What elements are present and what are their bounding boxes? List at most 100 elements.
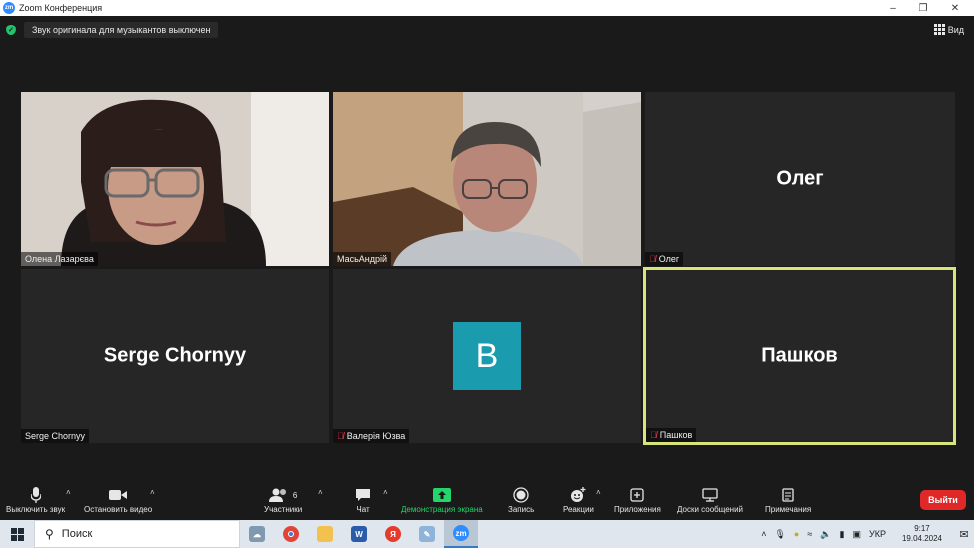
meeting-controls: Выключить звук ˄ Остановить видео ˄ 6 Уч…: [0, 482, 974, 520]
participant-name-label: Олена Лазарєва: [21, 252, 98, 266]
network-icon[interactable]: ≈: [807, 529, 812, 539]
leave-button[interactable]: Выйти: [920, 490, 966, 510]
notes-label: Примечания: [765, 505, 812, 514]
view-button[interactable]: Вид: [933, 24, 964, 35]
participants-count: 6: [292, 490, 298, 500]
title-bar: zm Zoom Конференция – ❐ ✕: [0, 0, 974, 16]
avatar: В: [453, 322, 521, 390]
video-options-caret-icon[interactable]: ˄: [150, 488, 155, 497]
participants-caret-icon[interactable]: ˄: [318, 488, 323, 497]
audio-options-caret-icon[interactable]: ˄: [66, 488, 71, 497]
participant-video: [333, 92, 641, 266]
participant-display-name: Пашков: [761, 344, 838, 367]
participant-name: Serge Chornyy: [25, 431, 86, 441]
participant-name-label: 🎙̸ Валерія Юзва: [333, 429, 410, 443]
video-tile-andrii[interactable]: МасьАндрій: [333, 92, 641, 266]
share-screen-button[interactable]: Демонстрация экрана: [401, 486, 483, 514]
taskbar-app-yandex[interactable]: Я: [376, 520, 410, 548]
video-tile-serge[interactable]: Serge Chornyy Serge Chornyy: [21, 269, 329, 443]
participant-name: Олег: [658, 254, 680, 264]
share-screen-icon: [432, 486, 451, 504]
participant-display-name: Олег: [776, 167, 824, 190]
apps-icon: [630, 486, 645, 504]
video-camera-icon: [109, 486, 128, 504]
meeting-area: ✓ Звук оригинала для музыкантов выключен…: [0, 16, 974, 482]
restore-icon[interactable]: ❐: [908, 0, 938, 16]
clock-date: 19.04.2024: [901, 534, 942, 543]
zoom-icon: zm: [453, 525, 469, 541]
app-status-icon[interactable]: ●: [794, 529, 799, 539]
participant-name-label: Serge Chornyy: [21, 429, 90, 443]
system-tray: ˄ 🎙 ● ≈ 🔈 ▮ ▣ УКР 9:17 19.04.2024 ✉: [757, 520, 974, 548]
whiteboard-icon: [702, 486, 718, 504]
participant-name-label: 🎙̸ Олег: [645, 252, 684, 266]
folder-icon: [317, 526, 333, 542]
whiteboards-button[interactable]: Доски сообщений: [677, 486, 743, 514]
taskbar-app-chrome[interactable]: [274, 520, 308, 548]
minimize-icon[interactable]: –: [878, 0, 908, 16]
yandex-browser-icon: Я: [385, 526, 401, 542]
mute-button[interactable]: Выключить звук: [6, 486, 65, 514]
reactions-button[interactable]: Реакции: [563, 486, 594, 514]
mute-label: Выключить звук: [6, 505, 66, 514]
clock-time: 9:17: [914, 524, 930, 533]
notifications-icon[interactable]: ✉: [954, 520, 974, 548]
participant-video: [21, 92, 329, 266]
taskbar-app-explorer[interactable]: [308, 520, 342, 548]
shield-icon[interactable]: ✓: [6, 25, 16, 35]
volume-icon[interactable]: 🔈: [820, 529, 831, 540]
taskbar-app-paint[interactable]: ✎: [410, 520, 444, 548]
show-hidden-icons-icon[interactable]: ˄: [761, 529, 766, 539]
apps-label: Приложения: [614, 505, 661, 514]
taskbar-app-zoom[interactable]: zm: [444, 520, 478, 548]
video-tile-pashkov[interactable]: Пашков 🎙̸ Пашков: [643, 267, 956, 445]
clock[interactable]: 9:17 19.04.2024: [898, 524, 946, 544]
video-tile-valeriia[interactable]: В 🎙̸ Валерія Юзва: [333, 269, 641, 443]
cloud-app-icon: ☁: [249, 526, 265, 542]
participant-name: Олена Лазарєва: [25, 254, 94, 264]
participant-name: МасьАндрій: [337, 254, 388, 264]
paint-icon: ✎: [419, 526, 435, 542]
video-tile-olena[interactable]: Олена Лазарєва: [21, 92, 329, 266]
reactions-caret-icon[interactable]: ˄: [596, 488, 601, 497]
mic-muted-icon: 🎙̸: [650, 430, 657, 440]
chat-label: Чат: [356, 505, 370, 514]
language-indicator[interactable]: УКР: [869, 529, 886, 539]
mic-muted-icon: 🎙̸: [649, 254, 656, 264]
camera-tray-icon[interactable]: ▣: [852, 529, 861, 540]
video-tile-oleh[interactable]: Олег 🎙̸ Олег: [645, 92, 955, 266]
start-button[interactable]: [0, 520, 34, 548]
participant-name: Пашков: [659, 430, 693, 440]
chat-button[interactable]: Чат: [355, 486, 371, 514]
participants-button[interactable]: 6 Участники: [264, 486, 302, 514]
zoom-window: zm Zoom Конференция – ❐ ✕ ✓ Звук оригина…: [0, 0, 974, 548]
zoom-logo-icon: zm: [3, 2, 15, 14]
view-label: Вид: [947, 24, 964, 35]
notes-button[interactable]: Примечания: [765, 486, 811, 514]
stop-video-label: Остановить видео: [84, 505, 153, 514]
record-button[interactable]: Запись: [508, 486, 534, 514]
taskbar-app-cloud[interactable]: ☁: [240, 520, 274, 548]
close-icon[interactable]: ✕: [940, 0, 970, 16]
smiley-icon: [570, 486, 586, 504]
whiteboards-label: Доски сообщений: [677, 505, 744, 514]
mic-muted-icon: 🎙̸: [337, 431, 344, 441]
stop-video-button[interactable]: Остановить видео: [84, 486, 152, 514]
share-screen-label: Демонстрация экрана: [401, 505, 483, 514]
taskbar-search[interactable]: ⚲ Поиск: [34, 520, 240, 548]
window-title: Zoom Конференция: [19, 3, 103, 13]
microphone-tray-icon[interactable]: 🎙: [774, 529, 785, 540]
apps-button[interactable]: Приложения: [614, 486, 661, 514]
reactions-label: Реакции: [563, 505, 594, 514]
chrome-icon: [283, 526, 299, 542]
search-placeholder: Поиск: [61, 528, 93, 540]
chat-caret-icon[interactable]: ˄: [383, 488, 388, 497]
chat-icon: [355, 486, 371, 504]
participant-display-name: Serge Chornyy: [103, 344, 247, 367]
record-icon: [513, 486, 529, 504]
record-label: Запись: [508, 505, 535, 514]
participants-icon: 6: [268, 486, 298, 504]
battery-icon[interactable]: ▮: [840, 529, 845, 540]
taskbar-app-word[interactable]: W: [342, 520, 376, 548]
encryption-banner: ✓ Звук оригинала для музыкантов выключен: [6, 22, 219, 38]
